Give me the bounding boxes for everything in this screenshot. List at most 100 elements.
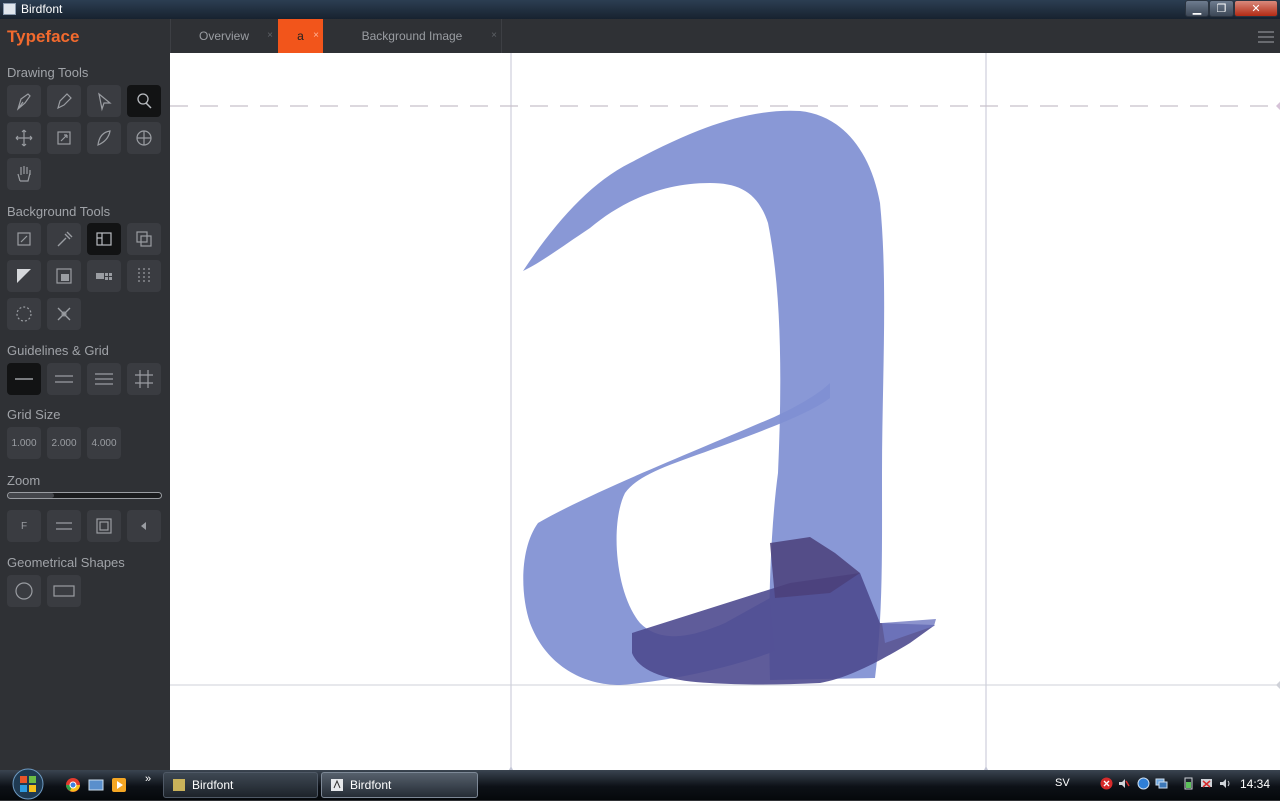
toolbox-sidebar: Typeface Drawing Tools Background Tools: [0, 19, 170, 770]
taskbar-button-birdfont[interactable]: Birdfont: [163, 772, 318, 798]
resize-tool-button[interactable]: [47, 122, 81, 154]
minimize-button[interactable]: ▁: [1185, 0, 1209, 17]
metrics-guides-button[interactable]: [47, 363, 81, 395]
security-alert-icon[interactable]: [1100, 777, 1113, 790]
grid-size-4-button[interactable]: 4.000: [87, 427, 121, 459]
chrome-icon[interactable]: [65, 777, 81, 793]
zoom-full-button[interactable]: F: [7, 510, 41, 542]
close-window-button[interactable]: ✕: [1234, 0, 1278, 17]
grid-size-1-button[interactable]: 1.000: [7, 427, 41, 459]
volume-icon[interactable]: [1218, 777, 1231, 790]
update-icon[interactable]: [1137, 777, 1150, 790]
speaker-muted-icon[interactable]: [1117, 777, 1130, 790]
stroke-tool-button[interactable]: [87, 122, 121, 154]
background-image-glyph: [523, 110, 936, 685]
grid-size-2-button[interactable]: 2.000: [47, 427, 81, 459]
grid-size-label: 1.000: [11, 437, 37, 449]
bg-selection-button[interactable]: [7, 298, 41, 330]
zoom-fit-width-button[interactable]: [47, 510, 81, 542]
contrast-icon: [17, 269, 31, 283]
pipette-icon: [57, 231, 73, 247]
bg-pick-color-button[interactable]: [47, 223, 81, 255]
threshold-icon: [56, 268, 72, 284]
move-tool-button[interactable]: [7, 122, 41, 154]
section-zoom: Zoom: [7, 473, 41, 488]
close-icon[interactable]: ×: [491, 30, 497, 41]
grid-icon: [135, 370, 153, 388]
copy-icon: [136, 231, 152, 247]
bg-crop-button[interactable]: [87, 223, 121, 255]
section-geometrical-shapes: Geometrical Shapes: [7, 555, 125, 570]
display-error-icon[interactable]: [1200, 777, 1213, 790]
typeface-title: Typeface: [7, 27, 80, 46]
quicklaunch-overflow-icon[interactable]: »: [145, 773, 151, 785]
section-grid-size: Grid Size: [7, 407, 61, 422]
pen-tool-button[interactable]: [7, 85, 41, 117]
guide-handle-icon[interactable]: [1276, 681, 1280, 689]
rectangle-icon: [53, 585, 75, 597]
rotate-tool-button[interactable]: [127, 122, 161, 154]
media-player-icon[interactable]: [111, 777, 127, 793]
circle-icon: [15, 582, 33, 600]
hamburger-menu-icon[interactable]: [1258, 31, 1274, 43]
resize-icon: [57, 131, 71, 145]
battery-icon[interactable]: [1182, 777, 1195, 790]
guide-handle-icon[interactable]: [1276, 102, 1280, 110]
pencil-tool-button[interactable]: [47, 85, 81, 117]
section-guidelines: Guidelines & Grid: [7, 343, 109, 358]
maximize-button[interactable]: ❐: [1209, 0, 1234, 17]
grid-size-label: 4.000: [91, 437, 117, 449]
bg-threshold-button[interactable]: [47, 260, 81, 292]
hand-icon: [17, 166, 31, 182]
section-background-tools: Background Tools: [7, 204, 111, 219]
taskbar-button-birdfont-active[interactable]: Birdfont: [321, 772, 478, 798]
frame-icon: [96, 518, 112, 534]
circle-shape-button[interactable]: [7, 575, 41, 607]
close-icon[interactable]: ×: [267, 30, 273, 41]
zoom-previous-button[interactable]: [127, 510, 161, 542]
close-icon[interactable]: ×: [313, 30, 319, 41]
tab-glyph-a[interactable]: a ×: [278, 19, 323, 53]
single-line-icon: [15, 378, 33, 380]
network-icon[interactable]: [1155, 777, 1168, 790]
tab-bar: Overview × a × Background Image ×: [170, 19, 1280, 53]
bg-scan-button[interactable]: [127, 260, 161, 292]
show-guides-button[interactable]: [7, 363, 41, 395]
grid-button[interactable]: [127, 363, 161, 395]
show-desktop-icon[interactable]: [88, 777, 104, 793]
bg-copy-button[interactable]: [127, 223, 161, 255]
pen-icon: [16, 93, 31, 111]
dashed-circle-icon: [16, 306, 32, 322]
section-drawing-tools: Drawing Tools: [7, 65, 89, 80]
hand-tool-button[interactable]: [7, 158, 41, 190]
cross-icon: [57, 307, 71, 321]
birdfont-app-icon: [173, 779, 185, 791]
bg-tracing-button[interactable]: [87, 260, 121, 292]
clock[interactable]: 14:34: [1240, 777, 1270, 791]
dotted-columns-icon: [138, 268, 150, 284]
zoom-tool-button[interactable]: [127, 85, 161, 117]
glyph-canvas[interactable]: [170, 53, 1280, 770]
triangle-left-icon: [141, 522, 146, 530]
title-bar: Birdfont ▁ ❐ ✕: [0, 0, 1280, 19]
language-indicator[interactable]: SV: [1055, 777, 1070, 789]
pencil-icon: [57, 93, 72, 110]
tab-background-image-label: Background Image: [361, 29, 463, 43]
tab-background-image[interactable]: Background Image ×: [323, 19, 501, 53]
zoom-fit-box-button[interactable]: [87, 510, 121, 542]
rectangle-shape-button[interactable]: [47, 575, 81, 607]
move-icon: [15, 129, 33, 147]
tab-overview-label: Overview: [198, 29, 249, 43]
tab-overview[interactable]: Overview ×: [171, 19, 277, 53]
taskbar-button-label: Birdfont: [350, 778, 392, 792]
extra-guides-button[interactable]: [87, 363, 121, 395]
bg-contrast-button[interactable]: [7, 260, 41, 292]
bg-delete-button[interactable]: [47, 298, 81, 330]
select-tool-button[interactable]: [87, 85, 121, 117]
zoom-full-label: F: [20, 520, 28, 532]
bg-move-button[interactable]: [7, 223, 41, 255]
blocks-icon: [96, 273, 112, 280]
start-button-icon[interactable]: [8, 767, 48, 801]
zoom-slider[interactable]: [7, 492, 162, 499]
app-icon: [3, 3, 16, 15]
